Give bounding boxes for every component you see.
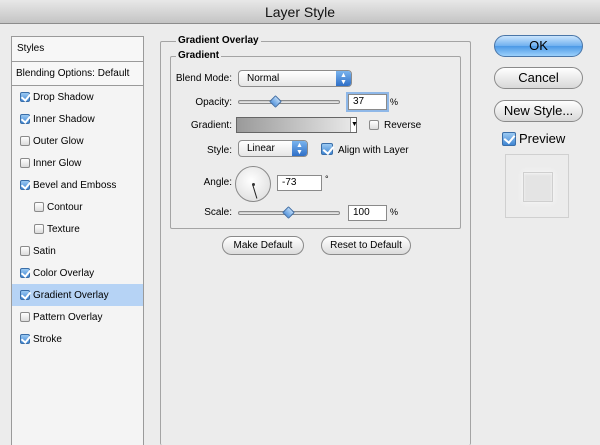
blending-options-item[interactable]: Blending Options: Default	[12, 62, 143, 86]
degree-unit: °	[325, 174, 329, 184]
gradient-dropdown-icon[interactable]: ▼	[350, 118, 358, 132]
style-item-checkbox[interactable]	[20, 334, 30, 344]
style-item-label: Stroke	[33, 333, 62, 345]
gradient-preview[interactable]	[237, 118, 350, 132]
make-default-button[interactable]: Make Default	[222, 236, 304, 255]
style-item[interactable]: Gradient Overlay	[12, 284, 143, 306]
style-item-label: Inner Shadow	[33, 113, 95, 125]
style-item-checkbox[interactable]	[20, 136, 30, 146]
style-item-checkbox[interactable]	[20, 92, 30, 102]
angle-input[interactable]: -73	[277, 175, 322, 191]
blend-mode-select[interactable]: Normal ▲ ▼	[238, 70, 352, 87]
styles-list-panel: Styles Blending Options: Default Drop Sh…	[11, 36, 144, 445]
scale-input[interactable]: 100	[348, 205, 387, 221]
gradient-label: Gradient:	[190, 120, 232, 131]
reset-to-default-button[interactable]: Reset to Default	[321, 236, 411, 255]
style-item-label: Gradient Overlay	[33, 289, 109, 301]
style-item-label: Satin	[33, 245, 56, 257]
style-item-checkbox[interactable]	[20, 114, 30, 124]
angle-label: Angle:	[203, 177, 232, 188]
style-item[interactable]: Outer Glow	[12, 130, 143, 152]
style-item-checkbox[interactable]	[20, 312, 30, 322]
style-item-label: Pattern Overlay	[33, 311, 103, 323]
style-item-checkbox[interactable]	[20, 290, 30, 300]
style-item-label: Inner Glow	[33, 157, 82, 169]
style-item[interactable]: Drop Shadow	[12, 86, 143, 108]
style-item[interactable]: Stroke	[12, 328, 143, 350]
popup-arrows-icon: ▲ ▼	[292, 141, 307, 156]
styles-header[interactable]: Styles	[12, 37, 143, 62]
style-item[interactable]: Inner Glow	[12, 152, 143, 174]
styles-list: Drop Shadow Inner Shadow Outer Glow Inner G…	[12, 86, 143, 350]
opacity-slider[interactable]	[238, 100, 340, 104]
style-item[interactable]: Pattern Overlay	[12, 306, 143, 328]
style-item[interactable]: Inner Shadow	[12, 108, 143, 130]
style-preview-thumbnail	[505, 154, 569, 218]
group-title: Gradient	[176, 50, 222, 62]
popup-arrows-icon: ▲ ▼	[336, 71, 351, 86]
style-item-checkbox[interactable]	[20, 180, 30, 190]
scale-label: Scale:	[204, 207, 232, 218]
cancel-button[interactable]: Cancel	[494, 67, 583, 89]
style-select[interactable]: Linear ▲ ▼	[238, 140, 308, 157]
style-item-label: Drop Shadow	[33, 91, 94, 103]
preview-checkbox[interactable]	[502, 132, 516, 146]
preview-swatch	[523, 172, 553, 202]
style-value: Linear	[247, 143, 275, 154]
style-item-label: Bevel and Emboss	[33, 179, 117, 191]
style-item[interactable]: Contour	[12, 196, 143, 218]
window-titlebar[interactable]: Layer Style	[0, 0, 600, 24]
style-item-label: Contour	[47, 201, 83, 213]
angle-dial[interactable]	[235, 166, 271, 202]
style-item[interactable]: Bevel and Emboss	[12, 174, 143, 196]
style-item-checkbox[interactable]	[20, 158, 30, 168]
ok-button[interactable]: OK	[494, 35, 583, 57]
style-item-label: Texture	[47, 223, 80, 235]
reverse-checkbox[interactable]	[369, 120, 379, 130]
blend-mode-value: Normal	[247, 73, 280, 84]
angle-center-dot	[252, 183, 255, 186]
new-style-button[interactable]: New Style...	[494, 100, 583, 122]
style-item[interactable]: Color Overlay	[12, 262, 143, 284]
style-item-checkbox[interactable]	[34, 202, 44, 212]
gradient-picker[interactable]: ▼	[236, 117, 358, 133]
section-title: Gradient Overlay	[176, 35, 261, 47]
style-item-label: Color Overlay	[33, 267, 95, 279]
style-item-label: Outer Glow	[33, 135, 84, 147]
preview-label: Preview	[519, 131, 566, 146]
style-label: Style:	[206, 145, 232, 156]
style-item[interactable]: Texture	[12, 218, 143, 240]
style-item[interactable]: Satin	[12, 240, 143, 262]
style-item-checkbox[interactable]	[20, 268, 30, 278]
align-with-layer-label: Align with Layer	[338, 145, 409, 156]
opacity-unit: %	[390, 97, 399, 107]
angle-needle	[252, 184, 258, 199]
blend-mode-label: Blend Mode:	[175, 73, 232, 84]
align-with-layer-checkbox[interactable]	[321, 143, 333, 155]
style-item-checkbox[interactable]	[34, 224, 44, 234]
window-title: Layer Style	[264, 4, 336, 20]
scale-unit: %	[390, 207, 399, 217]
style-item-checkbox[interactable]	[20, 246, 30, 256]
reverse-label: Reverse	[384, 120, 422, 131]
opacity-label: Opacity:	[195, 97, 232, 108]
opacity-input[interactable]: 37	[348, 94, 387, 110]
